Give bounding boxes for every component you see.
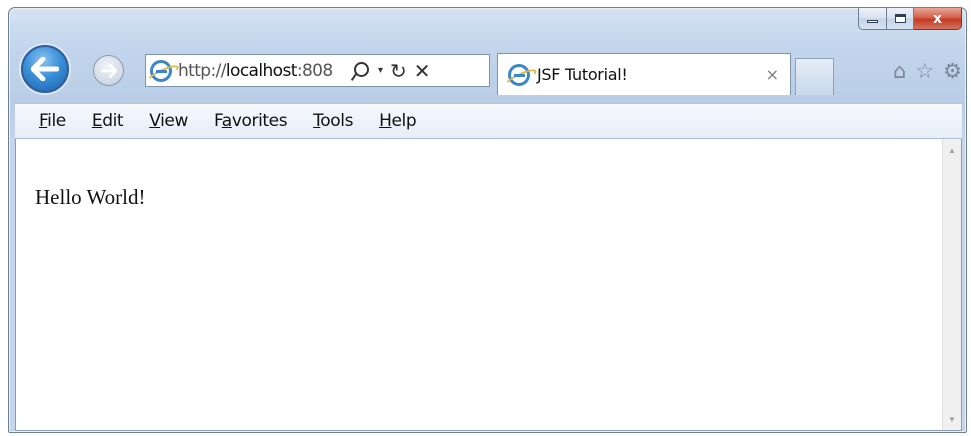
page-content: Hello World! ▲ ▼ <box>15 139 962 431</box>
settings-gear-icon[interactable]: ⚙ <box>943 61 962 82</box>
forward-arrow-icon <box>100 63 117 78</box>
home-icon[interactable]: ⌂ <box>893 61 906 82</box>
url-host: localhost <box>225 60 298 81</box>
menu-file[interactable]: File <box>39 111 66 131</box>
favorites-star-icon[interactable]: ☆ <box>915 61 934 82</box>
back-button[interactable] <box>21 45 69 93</box>
vertical-scrollbar[interactable]: ▲ ▼ <box>942 139 961 430</box>
menu-tools[interactable]: Tools <box>313 111 353 131</box>
menu-help[interactable]: Help <box>379 111 417 131</box>
ie-page-icon <box>150 59 172 82</box>
maximize-button[interactable] <box>887 8 914 30</box>
menu-bar: File Edit View Favorites Tools Help <box>15 103 962 139</box>
close-icon: x <box>932 10 943 27</box>
url-field[interactable]: http://localhost:808 <box>178 61 344 81</box>
stop-icon[interactable]: ✕ <box>414 59 431 83</box>
new-tab-button[interactable] <box>795 58 834 95</box>
scroll-up-icon[interactable]: ▲ <box>943 141 961 159</box>
scroll-down-icon[interactable]: ▼ <box>943 410 961 428</box>
url-prefix: http:// <box>178 60 226 81</box>
dropdown-icon[interactable]: ▾ <box>378 65 383 76</box>
url-rest: :808 <box>296 60 333 81</box>
menu-edit[interactable]: Edit <box>92 111 124 131</box>
browser-window: x http://localhost:808 ▾ ↻ ✕ JSF Tutoria… <box>8 7 967 433</box>
minimize-button[interactable] <box>858 8 887 30</box>
address-tools: ▾ ↻ ✕ <box>352 59 431 83</box>
close-window-button[interactable]: x <box>914 8 962 30</box>
tab-close-icon[interactable]: × <box>766 65 779 84</box>
ie-tab-icon <box>508 63 530 86</box>
minimize-icon <box>867 20 878 23</box>
refresh-icon[interactable]: ↻ <box>390 59 407 83</box>
toolbar-icons: ⌂ ☆ ⚙ <box>893 61 962 82</box>
maximize-icon <box>894 14 906 23</box>
back-arrow-icon <box>31 57 59 81</box>
address-bar[interactable]: http://localhost:808 ▾ ↻ ✕ <box>145 54 490 87</box>
menu-view[interactable]: View <box>149 111 188 131</box>
tab-jsf-tutorial[interactable]: JSF Tutorial! × <box>497 53 791 95</box>
search-icon[interactable] <box>352 60 371 82</box>
menu-favorites[interactable]: Favorites <box>214 111 288 131</box>
tab-title: JSF Tutorial! <box>537 65 628 84</box>
forward-button[interactable] <box>93 55 124 86</box>
caption-buttons: x <box>858 8 962 30</box>
page-text: Hello World! <box>35 185 146 209</box>
